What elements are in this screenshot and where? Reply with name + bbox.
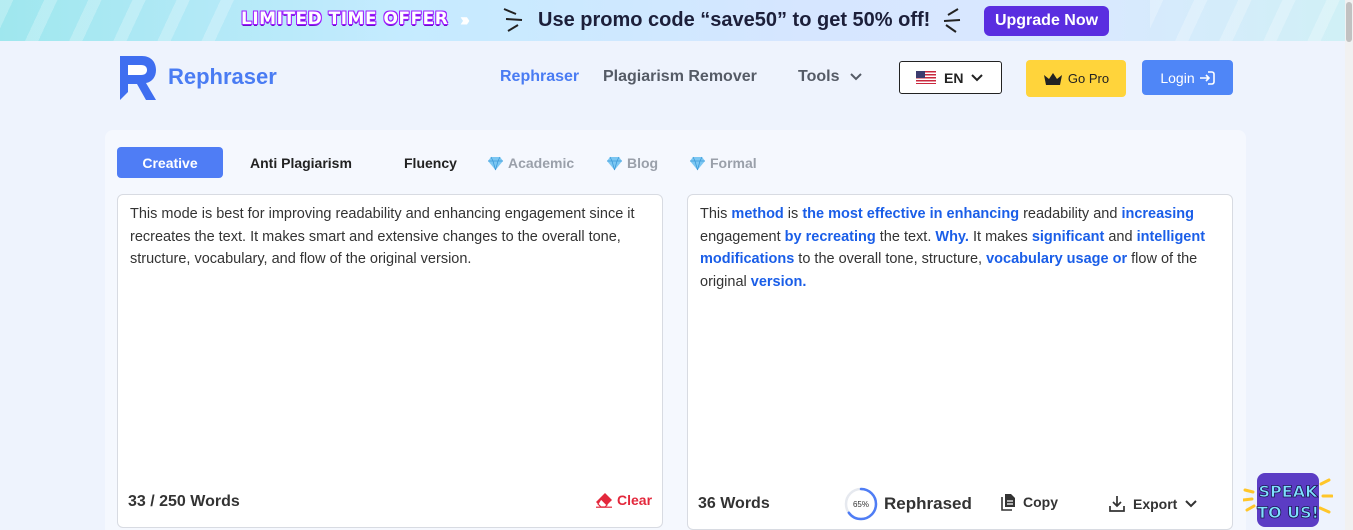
nav-tools[interactable]: Tools <box>798 68 862 86</box>
chevron-down-icon <box>1185 499 1198 507</box>
unchanged-phrase: readability and <box>1019 206 1122 222</box>
changed-phrase[interactable]: the most effective in enhancing <box>802 206 1019 222</box>
input-textarea[interactable]: This mode is best for improving readabil… <box>130 203 655 271</box>
rephrased-label: Rephrased <box>884 494 972 513</box>
unchanged-phrase: engagement <box>700 228 785 245</box>
changed-phrase[interactable]: Why. <box>935 229 969 245</box>
changed-phrase[interactable]: increasing <box>1121 206 1194 222</box>
svg-text:TO US!: TO US! <box>1257 503 1319 522</box>
tab-creative-label: Creative <box>142 154 198 171</box>
chevron-down-icon <box>850 73 862 81</box>
tab-fluency-label: Fluency <box>404 155 457 171</box>
nav-tools-label: Tools <box>798 68 840 85</box>
output-text[interactable]: This method is the most effective in enh… <box>700 203 1225 293</box>
promo-chevron-icon: ››› <box>460 10 470 30</box>
output-panel: This method is the most effective in enh… <box>687 194 1233 530</box>
promo-message: Use promo code “save50” to get 50% off! <box>538 9 931 31</box>
promo-decoration <box>1150 0 1345 41</box>
login-label: Login <box>1160 69 1195 86</box>
changed-phrase[interactable]: method <box>731 206 783 222</box>
language-selector[interactable]: EN <box>899 61 1002 94</box>
page-scrollbar[interactable] <box>1345 0 1353 530</box>
unchanged-phrase: is <box>783 206 803 222</box>
language-label: EN <box>944 69 964 86</box>
tab-blog-label: Blog <box>627 155 659 171</box>
unchanged-phrase: to the overall tone, structure, <box>794 251 987 267</box>
copy-icon <box>1001 494 1015 511</box>
unchanged-phrase: It makes <box>968 228 1032 245</box>
login-arrow-icon <box>1199 70 1215 85</box>
export-label: Export <box>1133 495 1178 512</box>
rephraser-logo-icon[interactable] <box>116 54 158 102</box>
tab-anti-plagiarism[interactable]: Anti Plagiarism <box>250 155 352 171</box>
spark-right-icon <box>943 8 961 33</box>
rephrase-progress: 65% <box>844 487 878 521</box>
changed-phrase[interactable]: version. <box>751 274 807 290</box>
changed-phrase[interactable]: vocabulary usage or <box>986 251 1127 267</box>
spark-left-icon <box>503 8 523 32</box>
changed-phrase[interactable]: by recreating <box>785 229 876 245</box>
us-flag-icon <box>916 71 936 84</box>
unchanged-phrase: the text. <box>875 228 936 245</box>
progress-percent: 65% <box>852 499 869 509</box>
tab-blog[interactable]: Blog <box>606 155 658 171</box>
tab-creative[interactable]: Creative <box>117 147 223 178</box>
promo-decoration <box>0 0 240 41</box>
clear-label: Clear <box>617 492 653 508</box>
nav-plagiarism-remover[interactable]: Plagiarism Remover <box>603 68 757 86</box>
svg-text:SPEAK: SPEAK <box>1259 482 1319 501</box>
copy-label: Copy <box>1023 494 1058 510</box>
export-button[interactable]: Export <box>1109 495 1198 512</box>
go-pro-label: Go Pro <box>1067 71 1110 86</box>
login-button[interactable]: Login <box>1142 60 1233 95</box>
tab-anti-plagiarism-label: Anti Plagiarism <box>250 155 352 171</box>
clear-button[interactable]: Clear <box>595 492 652 508</box>
input-word-count: 33 / 250 Words <box>128 493 240 510</box>
tab-academic[interactable]: Academic <box>487 155 574 171</box>
diamond-icon <box>690 156 705 170</box>
diamond-icon <box>488 156 503 170</box>
input-panel: This mode is best for improving readabil… <box>117 194 663 528</box>
go-pro-button[interactable]: Go Pro <box>1026 60 1126 97</box>
output-word-count: 36 Words <box>698 495 770 512</box>
promo-banner: LIMITED TIME OFFER ››› Use promo code “s… <box>0 0 1345 41</box>
changed-phrase[interactable]: significant <box>1032 229 1105 245</box>
tab-academic-label: Academic <box>508 155 575 171</box>
eraser-icon <box>596 493 612 508</box>
speak-to-us-chat-icon[interactable]: SPEAK TO US! <box>1243 470 1333 530</box>
diamond-icon <box>607 156 622 170</box>
tab-fluency[interactable]: Fluency <box>404 155 457 171</box>
tab-formal-label: Formal <box>710 155 757 171</box>
promo-offer-label: LIMITED TIME OFFER <box>241 9 449 29</box>
tab-formal[interactable]: Formal <box>689 155 757 171</box>
copy-button[interactable]: Copy <box>1001 493 1058 511</box>
unchanged-phrase: This <box>700 206 732 222</box>
crown-icon <box>1043 72 1062 85</box>
upgrade-now-button[interactable]: Upgrade Now <box>984 6 1109 36</box>
download-icon <box>1109 496 1125 512</box>
unchanged-phrase: and <box>1104 228 1137 245</box>
chevron-down-icon <box>971 73 984 81</box>
brand-name[interactable]: Rephraser <box>168 64 277 90</box>
scrollbar-thumb[interactable] <box>1346 2 1352 42</box>
nav-rephraser[interactable]: Rephraser <box>500 68 579 86</box>
